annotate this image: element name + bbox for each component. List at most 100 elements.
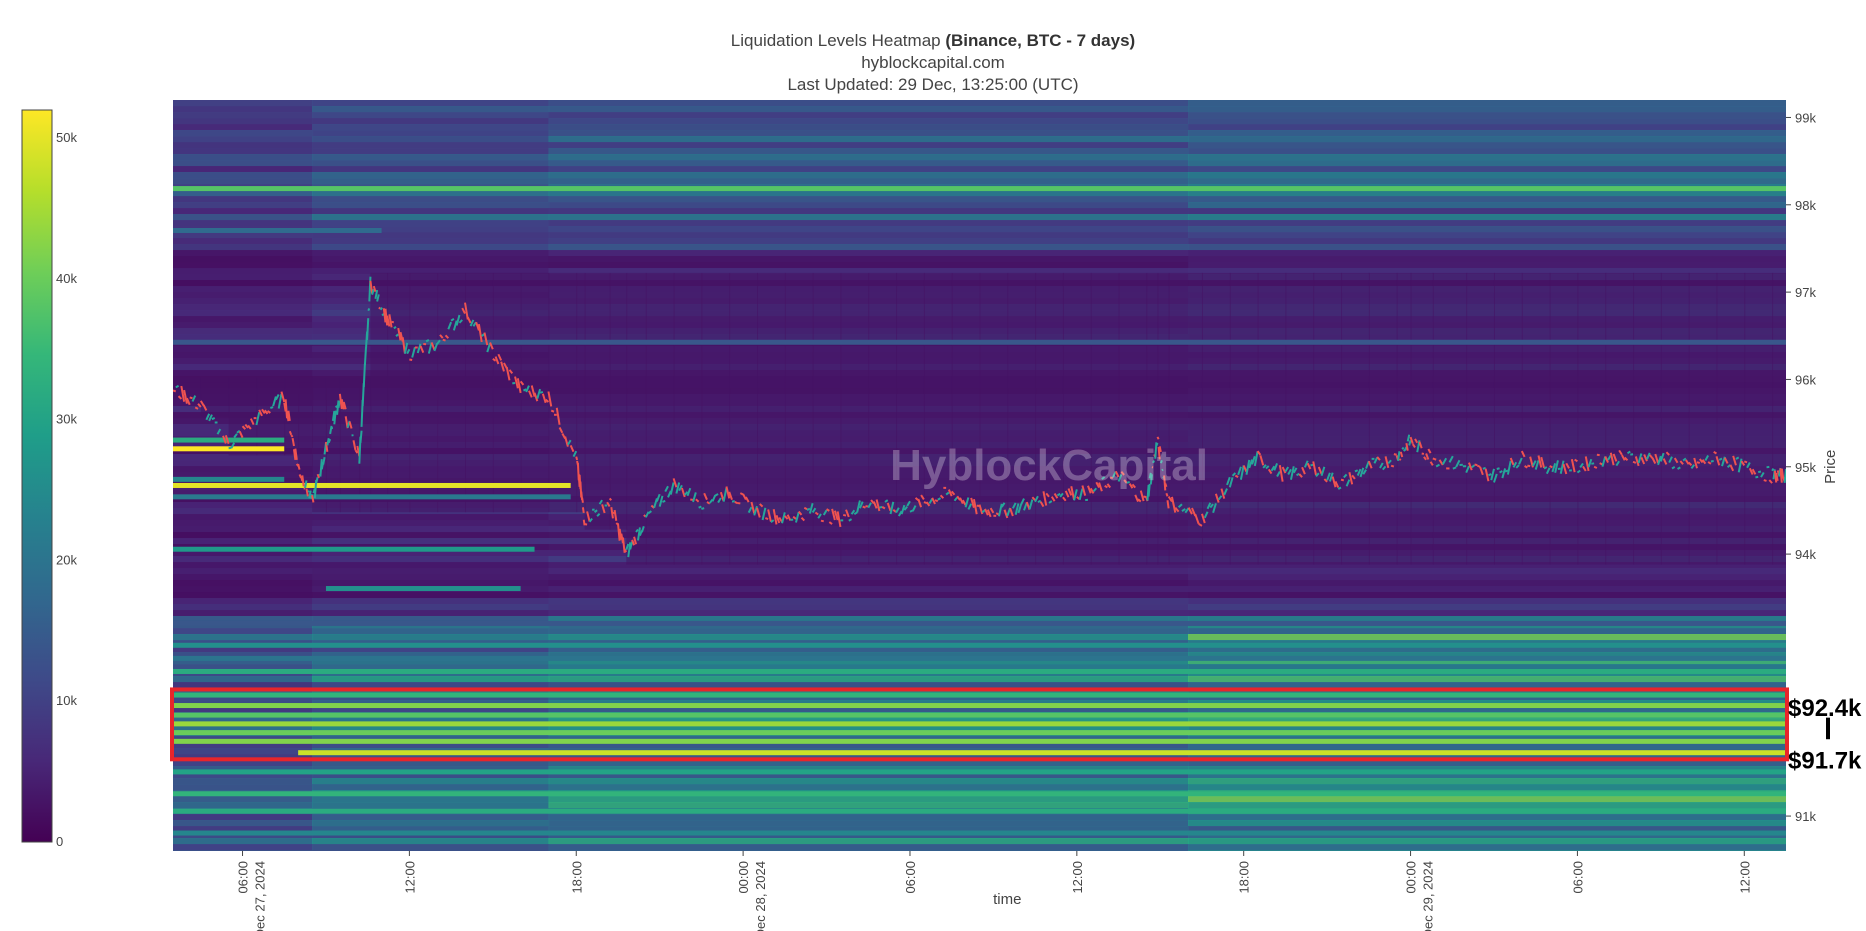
price-candle [368, 276, 372, 302]
heatmap-band [1188, 172, 1786, 179]
price-candle [288, 430, 293, 436]
heatmap-band [548, 178, 1190, 185]
liquidation-level [173, 339, 1786, 345]
heatmap-band [173, 610, 314, 617]
price-candle [1780, 468, 1785, 479]
heatmap-band [312, 172, 550, 179]
price-candle [1476, 464, 1481, 468]
cleared-zone [1118, 272, 1148, 565]
liquidation-level [173, 738, 1786, 744]
cleared-zone [409, 272, 439, 513]
heatmap-band [173, 514, 314, 521]
heatmap-band [312, 778, 550, 785]
colorbar-tick-label: 20k [56, 552, 77, 567]
heatmap-band [312, 574, 550, 581]
price-candle [304, 480, 308, 489]
heatmap-band [312, 580, 550, 587]
heatmap-band [173, 346, 314, 353]
cleared-zone [951, 272, 981, 565]
cleared-zone [1633, 272, 1662, 565]
cleared-zone [1146, 272, 1159, 565]
heatmap-band [173, 796, 314, 803]
liquidation-level [298, 750, 1786, 756]
heatmap-band [173, 106, 314, 113]
heatmap-band [312, 178, 550, 185]
x-tick-label: 06:00 [1570, 861, 1585, 894]
price-candle [1165, 492, 1169, 497]
heatmap-band [173, 604, 314, 611]
heatmap-band [548, 574, 1190, 581]
cleared-zone [1660, 272, 1690, 565]
y-tick-label: 91k [1795, 809, 1816, 824]
heatmap-band [173, 370, 314, 377]
price-candle [1340, 478, 1345, 482]
heatmap-band [312, 160, 550, 167]
price-candle [1543, 466, 1548, 470]
y-tick-label: 95k [1795, 460, 1816, 475]
price-candle [194, 406, 199, 410]
cleared-zone [1035, 272, 1064, 565]
heatmap-band [173, 298, 314, 305]
price-candle [363, 347, 368, 366]
heatmap-band [548, 802, 1190, 809]
heatmap-band [173, 304, 314, 311]
heatmap-band [173, 214, 314, 221]
price-candle [1783, 468, 1786, 483]
heatmap-band [173, 166, 314, 173]
price-candle [1718, 457, 1723, 461]
heatmap-band [548, 244, 1190, 251]
heatmap-band [173, 178, 314, 185]
liquidation-level [173, 227, 382, 233]
heatmap-band [173, 100, 314, 107]
price-candle [337, 400, 341, 409]
heatmap-band [312, 568, 550, 575]
heatmap-band [548, 208, 1190, 215]
heatmap-band [312, 850, 550, 851]
heatmap-band [173, 802, 314, 809]
heatmap-band [173, 532, 314, 539]
heatmap-band [312, 604, 550, 611]
price-candle [698, 505, 702, 509]
heatmap-band [312, 106, 550, 113]
cleared-zone [1549, 272, 1579, 565]
price-candle [294, 448, 298, 461]
cleared-zone [896, 272, 925, 565]
y-tick-label: 96k [1795, 372, 1816, 387]
heatmap-band [1188, 142, 1786, 149]
price-candle [1524, 465, 1528, 469]
price-candle [1599, 462, 1603, 466]
heatmap-band [548, 634, 1190, 641]
heatmap-band [548, 586, 1190, 593]
liquidation-level [325, 586, 521, 592]
price-candle [173, 389, 177, 393]
heatmap-band [173, 322, 314, 329]
price-candle [211, 417, 216, 421]
price-candle [1496, 467, 1500, 470]
x-tick-date: Dec 27, 2024 [253, 861, 268, 931]
heatmap-band [1188, 118, 1786, 125]
heatmap-band [548, 610, 1190, 617]
heatmap-band [312, 238, 550, 245]
liquidation-level [173, 482, 571, 488]
x-tick-label: 18:00 [1237, 861, 1252, 894]
colorbar-tick-label: 40k [56, 271, 77, 286]
price-candle [409, 358, 413, 361]
heatmap-band [548, 262, 1190, 269]
heatmap-band [1188, 580, 1786, 587]
heatmap-band [548, 598, 1190, 605]
price-candle [305, 488, 309, 497]
heatmap-band [1188, 844, 1786, 851]
heatmap-band [173, 580, 314, 587]
heatmap-chart[interactable]: 0 10k 20k 30k 40k 50k HyblockCapital 91k 94k 95… [0, 0, 1866, 931]
cleared-zone [173, 377, 202, 399]
price-candle [1735, 456, 1740, 460]
price-candle [1549, 465, 1553, 469]
heatmap-band [173, 316, 314, 323]
heatmap-band [312, 202, 550, 209]
heatmap-band [173, 292, 314, 299]
heatmap-band [1188, 256, 1786, 263]
cleared-zone [1229, 272, 1259, 565]
heatmap-band [1188, 196, 1786, 203]
cleared-zone [387, 272, 411, 513]
heatmap-band [312, 196, 550, 203]
